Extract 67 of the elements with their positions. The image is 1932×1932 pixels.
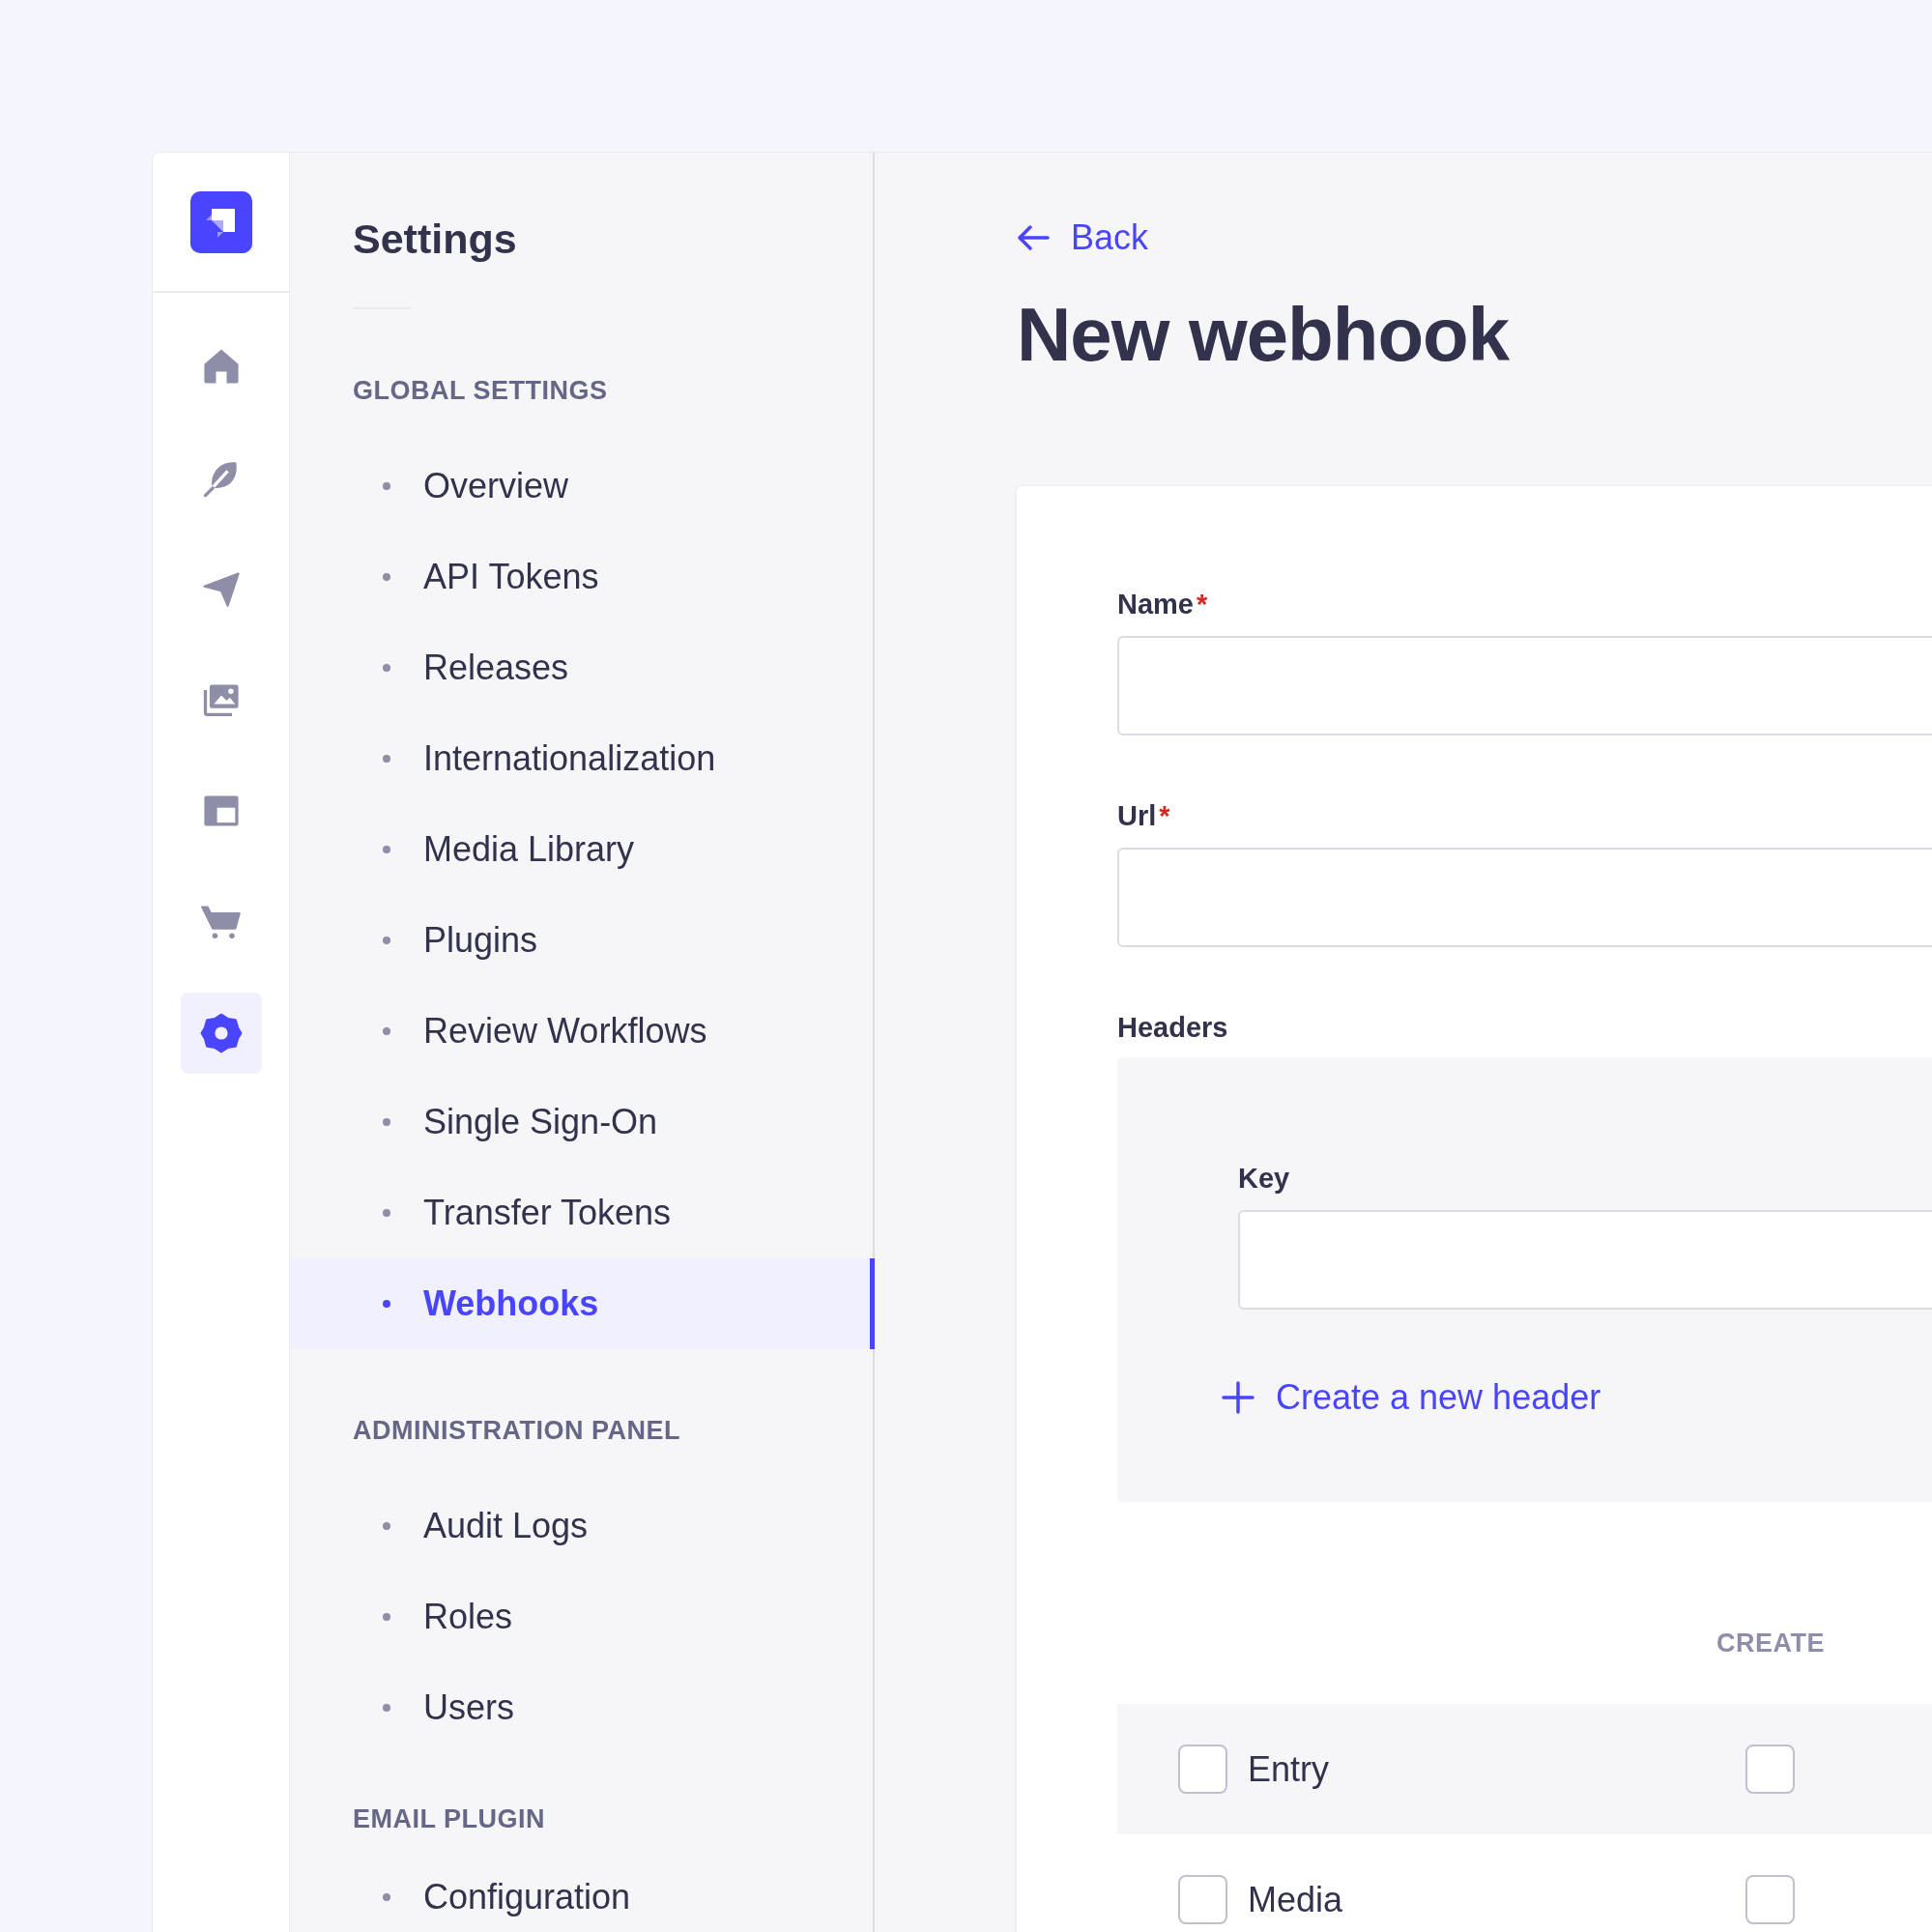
settings-menu-item[interactable]: Users (290, 1662, 875, 1753)
menu-item-label: Internationalization (423, 738, 716, 779)
event-label: Entry (1248, 1748, 1330, 1790)
bullet-icon (383, 482, 390, 490)
section-heading: ADMINISTRATION PANEL (353, 1415, 681, 1446)
column-header: CREATE (1716, 1628, 1824, 1658)
bullet-icon (383, 1613, 390, 1621)
settings-menu-item[interactable]: Webhooks (290, 1258, 875, 1349)
menu-item-label: Roles (423, 1597, 513, 1637)
event-label: Media (1248, 1879, 1343, 1920)
bullet-icon (383, 1209, 390, 1217)
bullet-icon (383, 1704, 390, 1712)
bullet-icon (383, 1118, 390, 1126)
settings-menu-item[interactable]: Internationalization (290, 713, 875, 804)
back-arrow-icon (1017, 224, 1050, 251)
bullet-icon (383, 1893, 390, 1901)
back-link[interactable]: Back (1017, 216, 1149, 259)
menu-item-label: Media Library (423, 829, 635, 870)
checkbox[interactable] (1745, 1745, 1795, 1794)
menu-item-label: Audit Logs (423, 1506, 589, 1546)
menu-item-label: Plugins (423, 920, 538, 961)
menu-item-label: Webhooks (423, 1283, 599, 1324)
field-label: Key (1238, 1162, 1291, 1196)
menu-item-label: Review Workflows (423, 1011, 707, 1052)
menu-item-label: Releases (423, 648, 569, 688)
settings-menu-item[interactable]: Media Library (290, 804, 875, 895)
settings-menu-item[interactable]: API Tokens (290, 532, 875, 622)
bullet-icon (383, 1522, 390, 1530)
checkbox[interactable] (1178, 1875, 1227, 1924)
text-input-field[interactable] (1117, 636, 1932, 735)
settings-menu-item[interactable]: Plugins (290, 895, 875, 986)
logo-icon[interactable] (189, 190, 252, 253)
settings-title: Settings (352, 215, 518, 264)
menu-item-label: Transfer Tokens (423, 1193, 672, 1233)
menu-item-label: Configuration (423, 1877, 631, 1918)
bullet-icon (383, 1300, 390, 1308)
settings-menu-item[interactable]: Audit Logs (290, 1481, 875, 1572)
settings-menu-item[interactable]: Configuration (290, 1852, 875, 1932)
settings-menu-item[interactable]: Roles (290, 1572, 875, 1662)
create-header-link[interactable]: Create a new header (1222, 1376, 1601, 1419)
settings-menu-item[interactable]: Single Sign-On (290, 1077, 875, 1168)
nav-icon-button[interactable] (180, 992, 262, 1074)
settings-menu-item[interactable]: Overview (290, 441, 875, 532)
bullet-icon (383, 1027, 390, 1035)
bullet-icon (383, 755, 390, 763)
checkbox[interactable] (1178, 1745, 1227, 1794)
settings-menu-item[interactable]: Releases (290, 622, 875, 713)
field-label: Headers (1117, 1011, 1229, 1045)
settings-menu-item[interactable]: Review Workflows (290, 986, 875, 1077)
text-input-field[interactable] (1117, 848, 1932, 947)
field-label: Name* (1117, 588, 1209, 621)
settings-icon (199, 1011, 243, 1054)
page-title: New webhook (1017, 291, 1511, 379)
field-label: Url* (1117, 799, 1171, 833)
bullet-icon (383, 664, 390, 672)
menu-item-label: Single Sign-On (423, 1102, 658, 1142)
bullet-icon (383, 573, 390, 581)
section-heading: GLOBAL SETTINGS (353, 375, 609, 406)
checkbox[interactable] (1745, 1875, 1795, 1924)
bullet-icon (383, 846, 390, 853)
menu-item-label: Overview (423, 466, 569, 506)
plus-icon (1222, 1381, 1254, 1414)
section-heading: EMAIL PLUGIN (353, 1803, 546, 1834)
menu-item-label: Users (423, 1687, 514, 1728)
menu-item-label: API Tokens (423, 557, 599, 597)
settings-menu-item[interactable]: Transfer Tokens (290, 1168, 875, 1258)
bullet-icon (383, 937, 390, 944)
